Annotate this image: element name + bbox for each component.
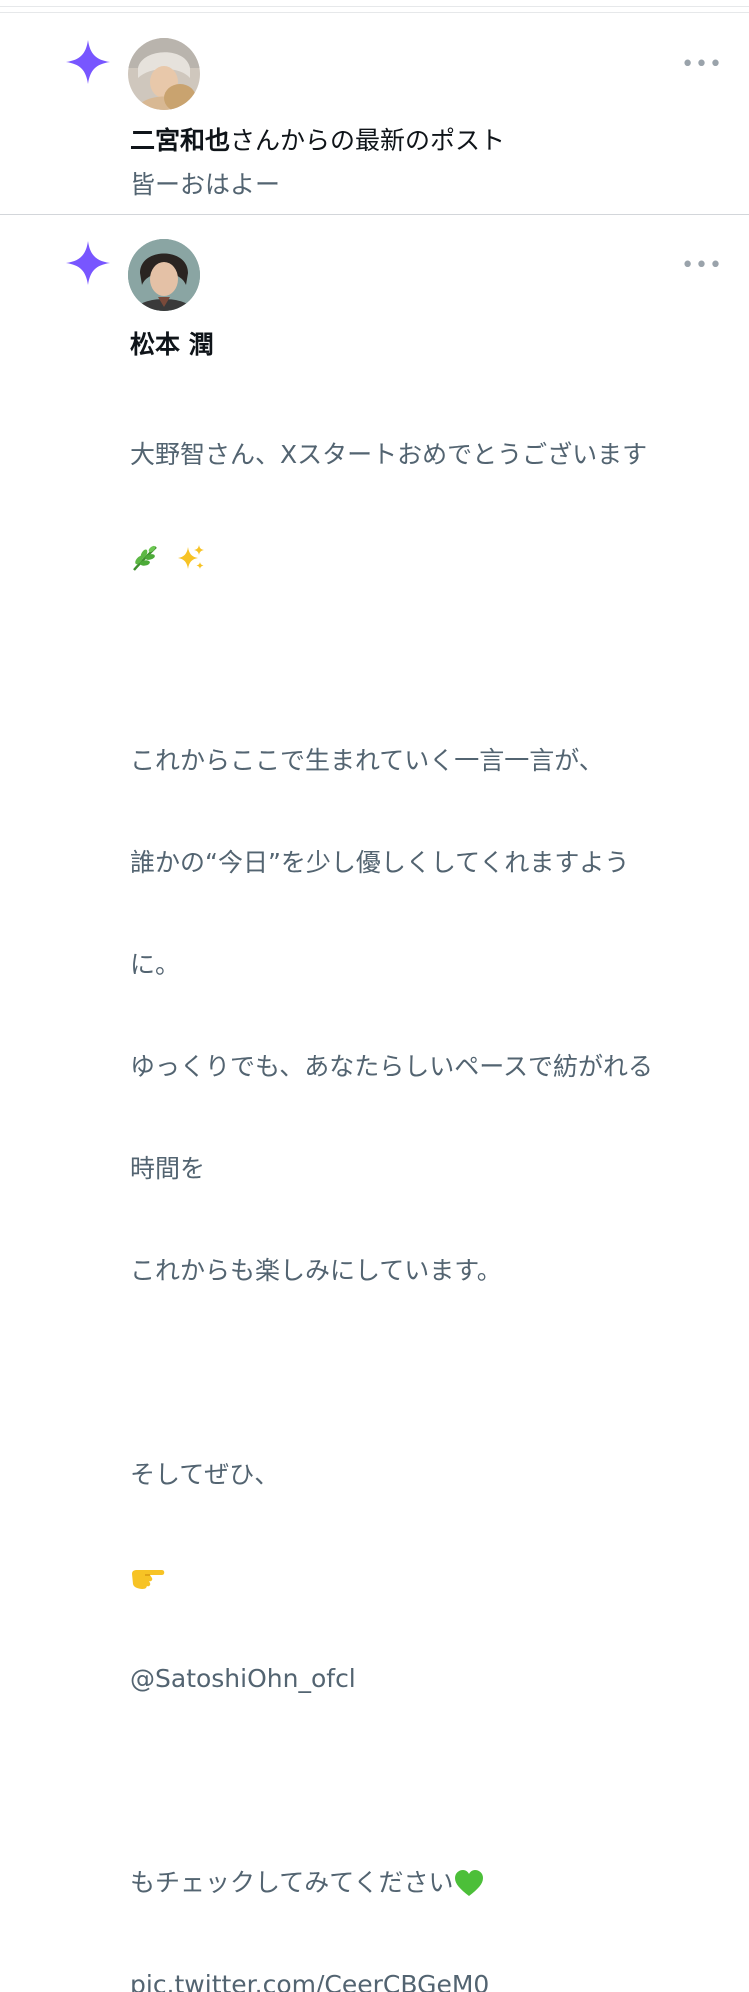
title-suffix: さんからの最新のポスト <box>230 126 506 155</box>
sparkles-emoji <box>177 545 204 569</box>
post-preview[interactable]: 皆ーおはよー <box>130 168 280 202</box>
notification-title: 二宮和也さんからの最新のポスト <box>130 124 505 158</box>
notification-latest-post[interactable]: ••• 二宮和也さんからの最新のポスト 皆ーおはよー <box>0 12 749 214</box>
user-name[interactable]: 二宮和也 <box>130 126 230 155</box>
post-line-text: もチェックしてみてください <box>130 1868 454 1897</box>
post-line-emoji: もチェックしてみてください <box>130 1866 730 1900</box>
user-name[interactable]: 松本 潤 <box>130 328 214 362</box>
post-line: そしてぜひ、 <box>130 1460 280 1489</box>
sparkle-icon <box>66 241 110 285</box>
mention-link[interactable]: @SatoshiOhn_ofcl <box>130 1662 730 1696</box>
post-line-emoji <box>130 1560 730 1594</box>
post-line: これからも楽しみにしています。 <box>130 1256 502 1285</box>
green-heart-emoji <box>454 1870 483 1896</box>
avatar[interactable] <box>128 239 200 311</box>
post-line: 大野智さん、Xスタートおめでとうございます <box>130 440 648 469</box>
herb-emoji <box>133 545 157 571</box>
pic-link[interactable]: pic.twitter.com/CeerCBGeM0 <box>130 1968 730 1992</box>
avatar[interactable] <box>128 38 200 110</box>
post-line: これからここで生まれていく一言一言が、 <box>130 746 604 775</box>
sparkle-icon <box>66 40 110 84</box>
pointing-hand-emoji <box>132 1570 165 1589</box>
post-line: 時間を <box>130 1154 206 1183</box>
post-line: ゆっくりでも、あなたらしいペースで紡がれる <box>130 1052 654 1081</box>
more-options-button[interactable]: ••• <box>681 255 723 277</box>
notification-post[interactable]: ••• 松本 潤 大野智さん、Xスタートおめでとうございます これからここで生ま… <box>0 215 749 1992</box>
post-line: に。 <box>130 950 181 979</box>
top-divider <box>0 6 749 7</box>
more-options-button[interactable]: ••• <box>681 54 723 76</box>
post-line-emoji <box>130 540 730 574</box>
post-line: 誰かの“今日”を少し優しくしてくれますよう <box>130 848 630 877</box>
post-body[interactable]: 大野智さん、Xスタートおめでとうございます これからここで生まれていく一言一言が… <box>130 370 730 1992</box>
